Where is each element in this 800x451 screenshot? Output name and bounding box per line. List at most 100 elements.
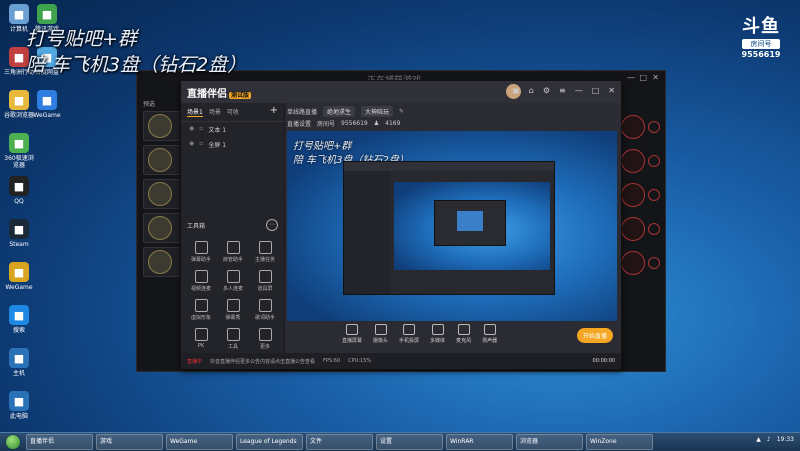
- monitor-icon: ■: [9, 391, 29, 411]
- tab-scene-1[interactable]: 场景1: [187, 107, 203, 117]
- tencent-icon: ■: [37, 4, 57, 24]
- room-number: 9556619: [741, 50, 781, 59]
- knob-5[interactable]: [621, 251, 645, 275]
- maximize-icon[interactable]: □: [639, 73, 647, 82]
- knob-3[interactable]: [621, 183, 645, 207]
- taskbar-item[interactable]: WinZone: [586, 434, 653, 450]
- start-button[interactable]: [5, 434, 21, 450]
- desktop-icon[interactable]: ■ QQ: [2, 176, 36, 205]
- tab-scene-2[interactable]: 场景: [209, 107, 221, 117]
- side-emblem-3[interactable]: [143, 179, 181, 209]
- minimize-icon[interactable]: —: [575, 86, 583, 95]
- source-label: 摄像头: [373, 338, 389, 344]
- tool-item[interactable]: 弹幕秀: [217, 299, 249, 321]
- menu-icon[interactable]: ≡: [559, 86, 566, 95]
- start-live-button[interactable]: 开始直播: [576, 328, 613, 343]
- room-no-label: 房间号: [317, 120, 336, 128]
- source-button[interactable]: 扬声器: [482, 324, 497, 344]
- viewer-count: 4169: [385, 119, 401, 127]
- notice-text[interactable]: 抖音直播伴侣更多公告内容请点击直播公告查看: [210, 358, 315, 365]
- tool-icon: [194, 328, 208, 341]
- close-icon[interactable]: ✕: [652, 73, 659, 82]
- knob-small-2[interactable]: [648, 155, 660, 167]
- close-icon[interactable]: ✕: [608, 86, 615, 95]
- room-tag: 房间号: [742, 39, 780, 49]
- side-emblem-4[interactable]: [143, 213, 181, 243]
- lock-icon[interactable]: ▫: [199, 140, 203, 149]
- desktop-icon[interactable]: ■ 搜索: [2, 305, 36, 334]
- side-emblem-1[interactable]: [143, 111, 181, 141]
- taskbar-item[interactable]: League of Legends: [236, 434, 303, 450]
- layer-label: 文本 1: [208, 127, 227, 134]
- desktop-icon-label: 搜索: [12, 327, 25, 334]
- layer-item[interactable]: ◉ ▫ 全屏 1: [181, 137, 284, 152]
- taskbar-items: 直播伴侣 游戏 WeGame League of Legends 文件 设置 WinRAR 浏…: [26, 434, 656, 450]
- tool-item[interactable]: 更多: [249, 328, 281, 350]
- desktop-icon[interactable]: ■ 主机: [2, 348, 36, 377]
- line-chip[interactable]: 大神陪玩: [361, 105, 394, 117]
- eye-icon[interactable]: ◉: [189, 140, 194, 149]
- knob-small-5[interactable]: [648, 257, 660, 269]
- add-scene-icon[interactable]: +: [270, 105, 278, 116]
- tool-item[interactable]: 歌词助手: [249, 299, 281, 321]
- source-button[interactable]: 多媒体: [430, 324, 445, 344]
- maximize-icon[interactable]: □: [592, 86, 600, 95]
- desktop-icon[interactable]: ■ Steam: [2, 219, 36, 248]
- tool-item[interactable]: 房管助手: [217, 241, 249, 263]
- tool-item[interactable]: PK: [185, 328, 217, 350]
- preview-overlay-line-1: 打号贴吧+群: [293, 141, 352, 152]
- side-emblem-5[interactable]: [143, 247, 181, 277]
- desktop-icon[interactable]: ■ WeGame: [30, 90, 64, 119]
- tool-item[interactable]: 视频连麦: [185, 270, 217, 292]
- source-button[interactable]: 手机投屏: [399, 324, 419, 344]
- eye-icon[interactable]: ◉: [189, 125, 194, 134]
- taskbar-item[interactable]: WeGame: [166, 434, 233, 450]
- minimize-icon[interactable]: —: [627, 73, 635, 82]
- tool-item[interactable]: 工具: [217, 328, 249, 350]
- category-chip[interactable]: 绝地求生: [323, 105, 356, 117]
- settings-icon[interactable]: ⚙: [543, 86, 550, 95]
- clock[interactable]: 19:33: [777, 436, 794, 443]
- tool-item[interactable]: 主播任务: [249, 241, 281, 263]
- knob-1[interactable]: [621, 115, 645, 139]
- knob-small-4[interactable]: [648, 223, 660, 235]
- taskbar-item[interactable]: 文件: [306, 434, 373, 450]
- taskbar-item[interactable]: 浏览器: [516, 434, 583, 450]
- more-tools-icon[interactable]: ⋯: [266, 219, 278, 231]
- taskbar-item[interactable]: 设置: [376, 434, 443, 450]
- tool-item[interactable]: 多人连麦: [217, 270, 249, 292]
- knob-4[interactable]: [621, 217, 645, 241]
- layer-item[interactable]: ◉ ▫ 文本 1: [181, 122, 284, 137]
- tool-icon: [194, 299, 208, 312]
- taskbar-item[interactable]: 直播伴侣: [26, 434, 93, 450]
- stream-preview[interactable]: 打号贴吧+群 陪 车飞机3盘（钻石2盘）: [287, 131, 617, 321]
- edit-icon[interactable]: ✎: [399, 108, 404, 115]
- tool-item[interactable]: 弹幕助手: [185, 241, 217, 263]
- desktop-icon[interactable]: ■ 此电脑: [2, 391, 36, 420]
- knob-small-1[interactable]: [648, 121, 660, 133]
- source-button[interactable]: 摄像头: [373, 324, 388, 344]
- lock-icon[interactable]: ▫: [199, 125, 203, 134]
- monitor-icon: ■: [9, 348, 29, 368]
- tool-item[interactable]: 虚拟形象: [185, 299, 217, 321]
- side-emblem-2[interactable]: [143, 145, 181, 175]
- volume-icon[interactable]: ♪: [767, 436, 771, 443]
- knob-small-3[interactable]: [648, 189, 660, 201]
- taskbar-item[interactable]: 游戏: [96, 434, 163, 450]
- desktop-icon-label: Steam: [9, 241, 29, 248]
- tool-item[interactable]: 道具屏: [249, 270, 281, 292]
- source-button[interactable]: 直播屏幕: [342, 324, 362, 344]
- network-icon[interactable]: ▲: [756, 436, 761, 443]
- source-icon: [374, 324, 387, 335]
- tab-scene-3[interactable]: 可收: [227, 107, 239, 117]
- message-icon[interactable]: ▣: [512, 86, 520, 95]
- tool-label: 虚拟形象: [190, 315, 211, 321]
- desktop-icon[interactable]: ■ 360极速浏览器: [2, 133, 36, 169]
- tool-grid: 弹幕助手 房管助手 主播任务视频连麦 多人连麦 道具屏虚拟形象 弹幕秀 歌词助手 PK 工具 更多: [185, 241, 281, 350]
- desktop-icon[interactable]: ■ WeGame: [2, 262, 36, 291]
- taskbar-item[interactable]: WinRAR: [446, 434, 513, 450]
- gift-icon[interactable]: ⌂: [529, 86, 534, 95]
- knob-2[interactable]: [621, 149, 645, 173]
- source-icon: [431, 324, 444, 335]
- source-button[interactable]: 麦克风: [456, 324, 471, 344]
